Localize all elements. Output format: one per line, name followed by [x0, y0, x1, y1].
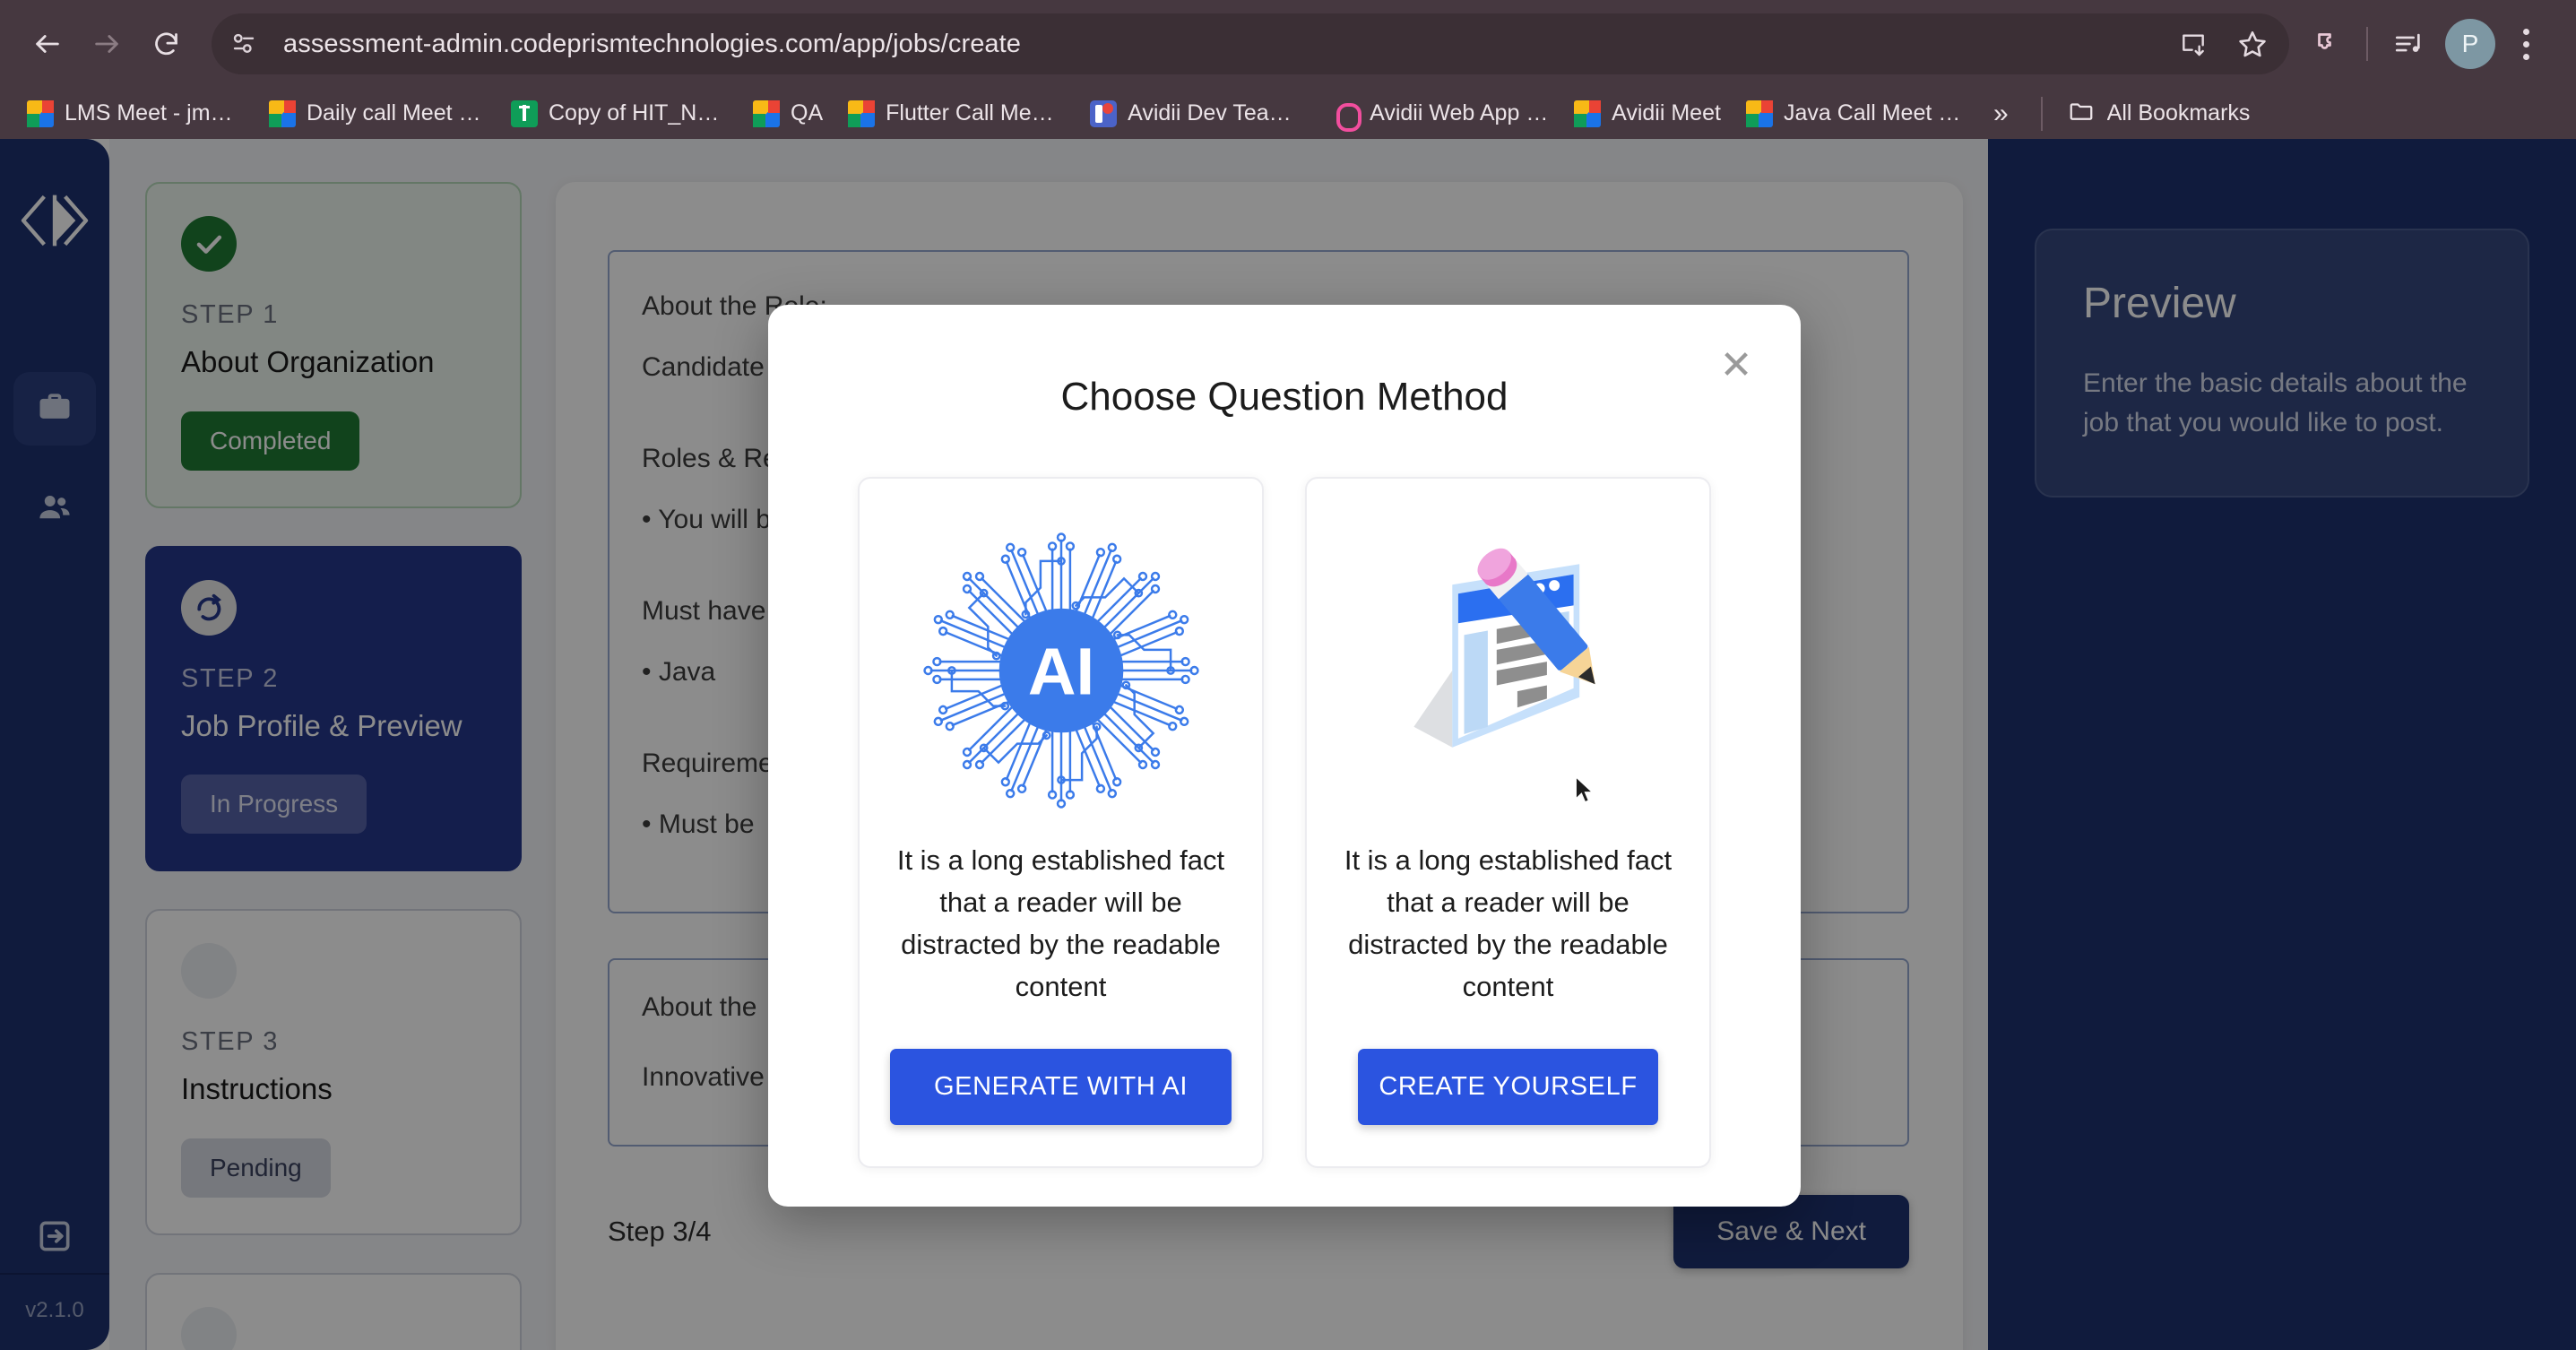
star-icon[interactable]: [2225, 16, 2280, 72]
folder-icon: [2068, 98, 2095, 129]
bookmark-item[interactable]: Daily call Meet - k...: [256, 94, 498, 134]
bookmark-item[interactable]: Avidii Meet: [1561, 94, 1733, 134]
all-bookmarks-button[interactable]: All Bookmarks: [2057, 92, 2261, 134]
close-icon[interactable]: ✕: [1709, 339, 1763, 393]
bookmark-item[interactable]: Avidii Web App 2....: [1319, 94, 1561, 134]
google-sheets-icon: [511, 100, 538, 127]
install-app-icon[interactable]: [2165, 16, 2221, 72]
dialog-title: Choose Question Method: [1060, 375, 1508, 419]
google-meet-icon: [27, 100, 54, 127]
create-yourself-button[interactable]: CREATE YOURSELF: [1357, 1049, 1659, 1126]
bookmarks-overflow-icon[interactable]: »: [1975, 95, 2027, 133]
option-card-create-yourself[interactable]: It is a long established fact that a rea…: [1305, 477, 1711, 1169]
bookmark-label: QA: [791, 100, 824, 125]
bookmark-label: LMS Meet - jmo-e...: [65, 100, 244, 125]
bookmark-label: Copy of HIT_New...: [549, 100, 728, 125]
figma-icon: [1332, 100, 1362, 132]
generate-with-ai-button[interactable]: GENERATE WITH AI: [890, 1049, 1232, 1126]
browser-chrome: assessment-admin.codeprismtechnologies.c…: [0, 0, 2576, 139]
microsoft-teams-icon: [1090, 100, 1118, 127]
choose-question-method-dialog: ✕ Choose Question Method AI It is a long…: [768, 305, 1801, 1207]
all-bookmarks-label: All Bookmarks: [2106, 100, 2251, 125]
google-meet-icon: [848, 100, 876, 127]
address-bar[interactable]: assessment-admin.codeprismtechnologies.c…: [212, 13, 2289, 74]
ai-circuit-badge-illustration: AI: [913, 518, 1209, 823]
bookmark-item[interactable]: LMS Meet - jmo-e...: [14, 94, 256, 134]
option-description: It is a long established fact that a rea…: [1344, 844, 1673, 1003]
back-arrow-icon[interactable]: [20, 16, 75, 72]
app-viewport: v2.1.0 STEP 1 About Organization Complet…: [0, 139, 2576, 1350]
option-card-generate-with-ai[interactable]: AI It is a long established fact that a …: [858, 477, 1264, 1169]
ai-badge-label: AI: [1027, 634, 1094, 708]
bookmark-label: Avidii Meet: [1612, 100, 1721, 125]
kebab-menu-icon[interactable]: [2504, 16, 2547, 72]
url-text[interactable]: assessment-admin.codeprismtechnologies.c…: [269, 30, 2165, 59]
bookmarks-bar: LMS Meet - jmo-e... Daily call Meet - k.…: [0, 88, 2576, 139]
bookmark-label: Java Call Meet - q...: [1783, 100, 1963, 125]
mouse-cursor: [1574, 775, 1597, 806]
toolbar-divider: [2366, 27, 2368, 61]
bookmark-item[interactable]: Flutter Call Meet -...: [835, 94, 1077, 134]
profile-avatar[interactable]: P: [2445, 19, 2495, 69]
bookmark-label: Flutter Call Meet -...: [886, 100, 1066, 125]
google-meet-icon: [269, 100, 296, 127]
bookmark-label: Daily call Meet - k...: [307, 100, 486, 125]
google-meet-icon: [1745, 100, 1773, 127]
media-playlist-icon[interactable]: [2381, 16, 2436, 72]
forward-arrow-icon[interactable]: [79, 16, 134, 72]
browser-toolbar: assessment-admin.codeprismtechnologies.c…: [0, 0, 2576, 88]
google-meet-icon: [1574, 100, 1602, 127]
bookmark-label: Avidii Web App 2....: [1370, 100, 1550, 125]
bookmark-item[interactable]: Avidii Dev Team (a...: [1077, 94, 1319, 134]
extensions-puzzle-icon[interactable]: [2298, 16, 2354, 72]
dialog-options: AI It is a long established fact that a …: [768, 428, 1801, 1169]
option-description: It is a long established fact that a rea…: [896, 844, 1225, 1003]
bookmark-label: Avidii Dev Team (a...: [1128, 100, 1307, 125]
reload-icon[interactable]: [138, 16, 194, 72]
site-settings-icon[interactable]: [219, 19, 269, 69]
bookmarks-divider: [2040, 96, 2043, 131]
bookmark-item[interactable]: Copy of HIT_New...: [498, 94, 740, 134]
google-meet-icon: [753, 100, 780, 127]
bookmark-item[interactable]: Java Call Meet - q...: [1733, 94, 1975, 134]
bookmark-item[interactable]: QA: [740, 94, 835, 134]
browser-window-pencil-illustration: [1361, 518, 1656, 823]
